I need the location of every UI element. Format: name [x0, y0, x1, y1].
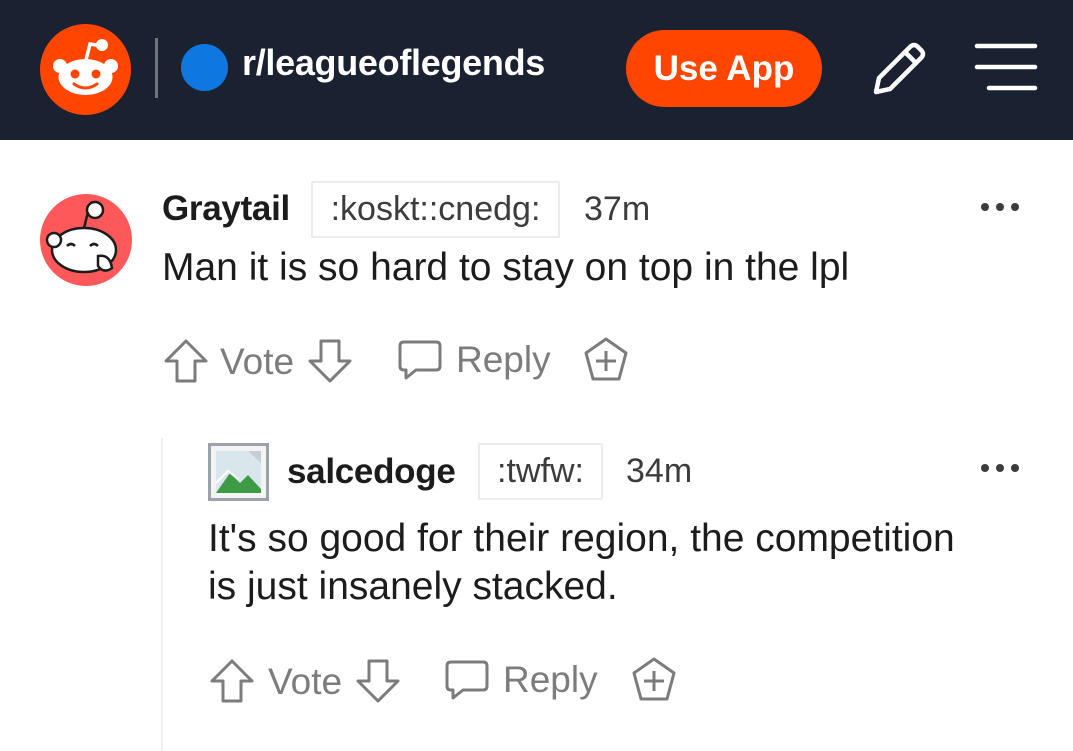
downvote-arrow-icon: [308, 339, 352, 383]
award-button[interactable]: [582, 336, 630, 384]
vote-label: Vote: [268, 661, 343, 702]
award-plus-icon: [584, 337, 628, 381]
header-divider: [155, 38, 158, 98]
subreddit-icon[interactable]: [181, 44, 228, 91]
reddit-logo-icon[interactable]: [40, 24, 131, 115]
upvote-button[interactable]: [208, 657, 256, 705]
reply-button[interactable]: Reply: [443, 656, 598, 704]
comment-body: Man it is so hard to stay on top in the …: [162, 246, 850, 289]
user-avatar-placeholder-icon[interactable]: [208, 443, 269, 501]
downvote-button[interactable]: [306, 337, 354, 385]
comment-author[interactable]: salcedoge: [287, 452, 456, 492]
user-avatar[interactable]: [40, 194, 132, 286]
user-flair: :twfw:: [478, 443, 603, 500]
vote-label: Vote: [220, 341, 295, 382]
reply-bubble-icon: [445, 660, 489, 700]
reply-button[interactable]: Reply: [396, 336, 551, 384]
comment-timestamp: 34m: [626, 452, 693, 490]
upvote-arrow-icon: [210, 659, 254, 703]
comment-timestamp: 37m: [584, 190, 651, 228]
pencil-icon[interactable]: [866, 38, 930, 102]
subreddit-name[interactable]: r/leagueoflegends: [242, 42, 545, 84]
thread-line[interactable]: [161, 438, 163, 751]
award-button[interactable]: [630, 656, 678, 704]
downvote-button[interactable]: [354, 657, 402, 705]
comment-author[interactable]: Graytail: [162, 189, 290, 229]
menu-icon[interactable]: [973, 38, 1039, 96]
top-app-bar: r/leagueoflegends Use App: [0, 0, 1073, 140]
more-options-icon[interactable]: [981, 200, 1025, 214]
comment-body-line: is just insanely stacked.: [208, 565, 618, 608]
user-flair: :koskt::cnedg:: [311, 181, 560, 238]
comment-body-line: It's so good for their region, the compe…: [208, 517, 955, 560]
comment-body: It's so good for their region, the compe…: [208, 515, 955, 611]
upvote-arrow-icon: [164, 339, 208, 383]
award-plus-icon: [632, 657, 676, 701]
use-app-button[interactable]: Use App: [626, 30, 822, 107]
upvote-button[interactable]: [162, 337, 210, 385]
reply-label: Reply: [503, 659, 598, 700]
reply-bubble-icon: [398, 340, 442, 380]
reply-label: Reply: [456, 339, 551, 380]
downvote-arrow-icon: [356, 659, 400, 703]
more-options-icon[interactable]: [981, 461, 1025, 475]
